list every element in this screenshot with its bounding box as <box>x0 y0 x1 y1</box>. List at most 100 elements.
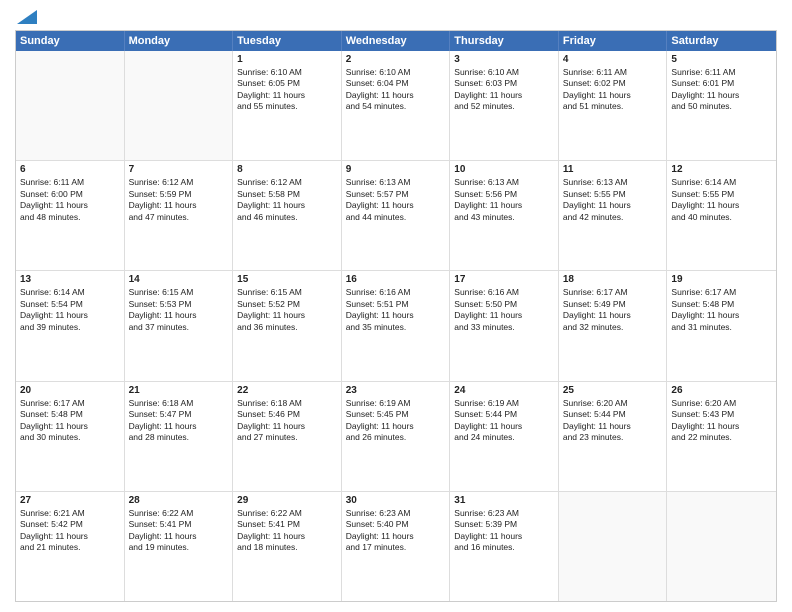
cell-info-line: Sunset: 5:46 PM <box>237 409 337 420</box>
day-cell-27: 27Sunrise: 6:21 AMSunset: 5:42 PMDayligh… <box>16 492 125 601</box>
weekday-header-sunday: Sunday <box>16 31 125 51</box>
cell-info-line: and 31 minutes. <box>671 322 772 333</box>
cell-info-line: Sunset: 5:52 PM <box>237 299 337 310</box>
day-number: 2 <box>346 54 446 65</box>
cell-info-line: Sunrise: 6:23 AM <box>454 508 554 519</box>
day-cell-6: 6Sunrise: 6:11 AMSunset: 6:00 PMDaylight… <box>16 161 125 270</box>
cell-info-line: and 28 minutes. <box>129 432 229 443</box>
cell-info-line: and 44 minutes. <box>346 212 446 223</box>
cell-info-line: Daylight: 11 hours <box>563 310 663 321</box>
cell-info-line: and 23 minutes. <box>563 432 663 443</box>
day-cell-9: 9Sunrise: 6:13 AMSunset: 5:57 PMDaylight… <box>342 161 451 270</box>
cell-info-line: Daylight: 11 hours <box>671 310 772 321</box>
day-number: 19 <box>671 274 772 285</box>
cell-info-line: Sunrise: 6:23 AM <box>346 508 446 519</box>
cell-info-line: Sunset: 5:53 PM <box>129 299 229 310</box>
day-number: 1 <box>237 54 337 65</box>
cell-info-line: and 21 minutes. <box>20 542 120 553</box>
day-number: 17 <box>454 274 554 285</box>
cell-info-line: Sunset: 5:49 PM <box>563 299 663 310</box>
cell-info-line: Sunset: 5:51 PM <box>346 299 446 310</box>
cell-info-line: Sunset: 6:01 PM <box>671 78 772 89</box>
cell-info-line: and 24 minutes. <box>454 432 554 443</box>
cell-info-line: Sunset: 6:04 PM <box>346 78 446 89</box>
cell-info-line: Sunrise: 6:15 AM <box>129 287 229 298</box>
cell-info-line: Sunset: 5:42 PM <box>20 519 120 530</box>
cell-info-line: Daylight: 11 hours <box>129 531 229 542</box>
cell-info-line: Sunset: 5:55 PM <box>563 189 663 200</box>
empty-cell-0-0 <box>16 51 125 160</box>
cell-info-line: Sunrise: 6:14 AM <box>671 177 772 188</box>
cell-info-line: and 48 minutes. <box>20 212 120 223</box>
cell-info-line: and 47 minutes. <box>129 212 229 223</box>
cell-info-line: and 22 minutes. <box>671 432 772 443</box>
cell-info-line: and 46 minutes. <box>237 212 337 223</box>
calendar-body: 1Sunrise: 6:10 AMSunset: 6:05 PMDaylight… <box>16 51 776 601</box>
cell-info-line: Sunset: 5:58 PM <box>237 189 337 200</box>
cell-info-line: Sunset: 5:56 PM <box>454 189 554 200</box>
cell-info-line: Sunrise: 6:11 AM <box>20 177 120 188</box>
calendar-row-0: 1Sunrise: 6:10 AMSunset: 6:05 PMDaylight… <box>16 51 776 161</box>
day-cell-17: 17Sunrise: 6:16 AMSunset: 5:50 PMDayligh… <box>450 271 559 380</box>
day-number: 28 <box>129 495 229 506</box>
weekday-header-saturday: Saturday <box>667 31 776 51</box>
cell-info-line: Daylight: 11 hours <box>346 200 446 211</box>
empty-cell-4-5 <box>559 492 668 601</box>
cell-info-line: Daylight: 11 hours <box>563 90 663 101</box>
cell-info-line: Daylight: 11 hours <box>454 421 554 432</box>
calendar-header: SundayMondayTuesdayWednesdayThursdayFrid… <box>16 31 776 51</box>
cell-info-line: Sunrise: 6:20 AM <box>671 398 772 409</box>
day-cell-21: 21Sunrise: 6:18 AMSunset: 5:47 PMDayligh… <box>125 382 234 491</box>
day-cell-11: 11Sunrise: 6:13 AMSunset: 5:55 PMDayligh… <box>559 161 668 270</box>
cell-info-line: Daylight: 11 hours <box>454 531 554 542</box>
cell-info-line: Sunrise: 6:11 AM <box>563 67 663 78</box>
cell-info-line: Daylight: 11 hours <box>346 531 446 542</box>
cell-info-line: Sunrise: 6:17 AM <box>671 287 772 298</box>
day-cell-10: 10Sunrise: 6:13 AMSunset: 5:56 PMDayligh… <box>450 161 559 270</box>
day-number: 7 <box>129 164 229 175</box>
cell-info-line: Daylight: 11 hours <box>671 421 772 432</box>
day-cell-2: 2Sunrise: 6:10 AMSunset: 6:04 PMDaylight… <box>342 51 451 160</box>
cell-info-line: and 27 minutes. <box>237 432 337 443</box>
cell-info-line: and 43 minutes. <box>454 212 554 223</box>
day-cell-26: 26Sunrise: 6:20 AMSunset: 5:43 PMDayligh… <box>667 382 776 491</box>
day-cell-8: 8Sunrise: 6:12 AMSunset: 5:58 PMDaylight… <box>233 161 342 270</box>
cell-info-line: Sunrise: 6:17 AM <box>563 287 663 298</box>
weekday-header-thursday: Thursday <box>450 31 559 51</box>
day-number: 15 <box>237 274 337 285</box>
day-cell-30: 30Sunrise: 6:23 AMSunset: 5:40 PMDayligh… <box>342 492 451 601</box>
weekday-header-wednesday: Wednesday <box>342 31 451 51</box>
page: SundayMondayTuesdayWednesdayThursdayFrid… <box>0 0 792 612</box>
empty-cell-0-1 <box>125 51 234 160</box>
day-cell-3: 3Sunrise: 6:10 AMSunset: 6:03 PMDaylight… <box>450 51 559 160</box>
calendar: SundayMondayTuesdayWednesdayThursdayFrid… <box>15 30 777 602</box>
cell-info-line: and 54 minutes. <box>346 101 446 112</box>
day-cell-22: 22Sunrise: 6:18 AMSunset: 5:46 PMDayligh… <box>233 382 342 491</box>
day-cell-14: 14Sunrise: 6:15 AMSunset: 5:53 PMDayligh… <box>125 271 234 380</box>
cell-info-line: Sunset: 5:50 PM <box>454 299 554 310</box>
day-cell-12: 12Sunrise: 6:14 AMSunset: 5:55 PMDayligh… <box>667 161 776 270</box>
cell-info-line: and 55 minutes. <box>237 101 337 112</box>
day-number: 13 <box>20 274 120 285</box>
day-number: 8 <box>237 164 337 175</box>
cell-info-line: Daylight: 11 hours <box>20 310 120 321</box>
day-number: 27 <box>20 495 120 506</box>
day-number: 21 <box>129 385 229 396</box>
day-cell-20: 20Sunrise: 6:17 AMSunset: 5:48 PMDayligh… <box>16 382 125 491</box>
cell-info-line: Sunrise: 6:19 AM <box>454 398 554 409</box>
cell-info-line: Sunset: 6:03 PM <box>454 78 554 89</box>
day-number: 4 <box>563 54 663 65</box>
cell-info-line: Sunrise: 6:16 AM <box>346 287 446 298</box>
day-number: 5 <box>671 54 772 65</box>
cell-info-line: Sunrise: 6:16 AM <box>454 287 554 298</box>
cell-info-line: Daylight: 11 hours <box>563 421 663 432</box>
cell-info-line: Daylight: 11 hours <box>454 90 554 101</box>
cell-info-line: Sunrise: 6:20 AM <box>563 398 663 409</box>
cell-info-line: and 18 minutes. <box>237 542 337 553</box>
cell-info-line: and 52 minutes. <box>454 101 554 112</box>
cell-info-line: Daylight: 11 hours <box>237 200 337 211</box>
day-cell-29: 29Sunrise: 6:22 AMSunset: 5:41 PMDayligh… <box>233 492 342 601</box>
day-cell-16: 16Sunrise: 6:16 AMSunset: 5:51 PMDayligh… <box>342 271 451 380</box>
day-cell-13: 13Sunrise: 6:14 AMSunset: 5:54 PMDayligh… <box>16 271 125 380</box>
day-number: 30 <box>346 495 446 506</box>
